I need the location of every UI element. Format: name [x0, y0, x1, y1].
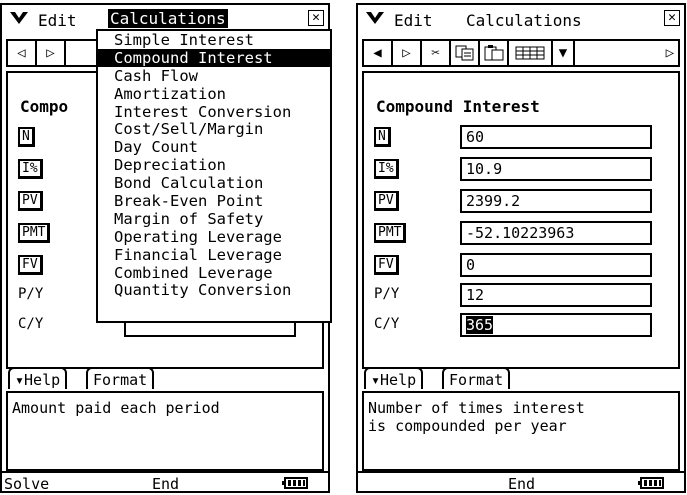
- forward-arrow-icon[interactable]: ▷: [393, 41, 422, 65]
- calculations-menu[interactable]: Calculations: [464, 11, 584, 30]
- battery-icon: [282, 477, 308, 489]
- cy-label: C/Y: [18, 316, 44, 332]
- pv-key[interactable]: PV: [18, 191, 43, 211]
- n-key[interactable]: N: [18, 127, 35, 147]
- pmt-key[interactable]: PMT: [18, 223, 51, 243]
- scroll-right-icon[interactable]: ▷: [575, 41, 678, 65]
- help-text-line-1: Number of times interest: [368, 399, 585, 417]
- menu-item-bond-calculation[interactable]: Bond Calculation: [98, 174, 330, 192]
- tab-help[interactable]: ▾Help: [8, 367, 68, 389]
- variable-row-pmt: PMT -52.10223963: [374, 221, 654, 245]
- py-label: P/Y: [18, 286, 44, 302]
- menu-item-quantity-conversion[interactable]: Quantity Conversion: [98, 281, 330, 300]
- menu-item-interest-conversion[interactable]: Interest Conversion: [98, 103, 330, 121]
- forward-arrow-icon[interactable]: ▷: [37, 41, 66, 65]
- variable-row-pv: PV 2399.2: [374, 189, 654, 213]
- solve-button[interactable]: Solve: [4, 475, 49, 493]
- py-label: P/Y: [374, 286, 400, 302]
- cut-icon[interactable]: ✂: [422, 41, 451, 65]
- pv-input[interactable]: 2399.2: [460, 189, 652, 213]
- menu-item-simple-interest[interactable]: Simple Interest: [98, 31, 330, 49]
- copy-icon[interactable]: [451, 41, 480, 65]
- end-indicator[interactable]: End: [508, 475, 535, 493]
- end-indicator[interactable]: End: [152, 475, 179, 493]
- cy-label: C/Y: [374, 316, 400, 332]
- fv-key[interactable]: FV: [18, 255, 43, 275]
- cy-value-selected: 365: [466, 316, 494, 334]
- help-text: Amount paid each period: [12, 399, 220, 417]
- toolbar: ◀ ▷ ✂ ▼ ▷: [362, 39, 680, 67]
- battery-icon: [638, 477, 664, 489]
- calculations-dropdown-menu: Simple Interest Compound Interest Cash Flo…: [96, 29, 332, 323]
- page-title: Compo: [20, 97, 69, 116]
- menu-chevron-icon[interactable]: [364, 9, 386, 27]
- i-percent-key[interactable]: I%: [374, 159, 399, 179]
- pv-key[interactable]: PV: [374, 191, 399, 211]
- page-title: Compound Interest: [376, 97, 540, 116]
- variable-row-fv: FV 0: [374, 253, 654, 277]
- help-box: Number of times interest is compounded p…: [362, 391, 680, 471]
- form-area: Compound Interest N 60 I% 10.9 PV 2399.2…: [362, 71, 680, 369]
- close-icon[interactable]: ✕: [308, 10, 324, 26]
- edit-menu[interactable]: Edit: [394, 11, 433, 30]
- status-bar: Solve End: [2, 471, 328, 495]
- py-input[interactable]: 12: [460, 283, 652, 307]
- menu-item-combined-leverage[interactable]: Combined Leverage: [98, 264, 330, 282]
- edit-menu[interactable]: Edit: [38, 11, 77, 30]
- menu-bar: Edit Calculations ✕: [358, 5, 684, 33]
- back-arrow-icon[interactable]: ◀: [364, 41, 393, 65]
- variable-row-py: P/Y 12: [374, 283, 654, 307]
- status-bar: End: [358, 471, 684, 495]
- menu-item-operating-leverage[interactable]: Operating Leverage: [98, 228, 330, 246]
- menu-item-compound-interest[interactable]: Compound Interest: [98, 48, 330, 67]
- pmt-key[interactable]: PMT: [374, 223, 407, 243]
- help-box: Amount paid each period: [6, 391, 324, 471]
- i-percent-input[interactable]: 10.9: [460, 157, 652, 181]
- cy-input[interactable]: 365: [460, 313, 652, 337]
- calculations-menu[interactable]: Calculations: [108, 9, 228, 28]
- close-icon[interactable]: ✕: [664, 10, 680, 26]
- help-text-line-2: is compounded per year: [368, 417, 567, 435]
- back-arrow-icon[interactable]: ◁: [8, 41, 37, 65]
- tab-format[interactable]: Format: [442, 367, 511, 389]
- dropdown-arrow-icon[interactable]: ▼: [553, 41, 575, 65]
- table-icon[interactable]: [509, 41, 553, 65]
- tab-help[interactable]: ▾Help: [364, 367, 424, 389]
- menu-item-cash-flow[interactable]: Cash Flow: [98, 67, 330, 85]
- variable-row-n: N 60: [374, 125, 654, 149]
- menu-item-day-count[interactable]: Day Count: [98, 138, 330, 156]
- pmt-input[interactable]: -52.10223963: [460, 221, 652, 245]
- menu-item-break-even-point[interactable]: Break-Even Point: [98, 192, 330, 210]
- menu-item-financial-leverage[interactable]: Financial Leverage: [98, 246, 330, 264]
- fv-input[interactable]: 0: [460, 253, 652, 277]
- n-input[interactable]: 60: [460, 125, 652, 149]
- variable-row-cy: C/Y 365: [374, 313, 654, 337]
- menu-chevron-icon[interactable]: [8, 9, 30, 27]
- i-percent-key[interactable]: I%: [18, 159, 43, 179]
- menu-item-amortization[interactable]: Amortization: [98, 85, 330, 103]
- menu-item-cost-sell-margin[interactable]: Cost/Sell/Margin: [98, 120, 330, 139]
- n-key[interactable]: N: [374, 127, 391, 147]
- paste-icon[interactable]: [480, 41, 509, 65]
- menu-item-margin-of-safety[interactable]: Margin of Safety: [98, 210, 330, 228]
- right-calculator-screen: Edit Calculations ✕ ◀ ▷ ✂ ▼ ▷ Compound I…: [356, 3, 686, 493]
- variable-row-i: I% 10.9: [374, 157, 654, 181]
- left-calculator-screen: Edit Calculations ✕ ◁ ▷ Compo N I% PV PM…: [0, 3, 332, 495]
- menu-item-depreciation[interactable]: Depreciation: [98, 156, 330, 174]
- tab-format[interactable]: Format: [86, 367, 155, 389]
- fv-key[interactable]: FV: [374, 255, 399, 275]
